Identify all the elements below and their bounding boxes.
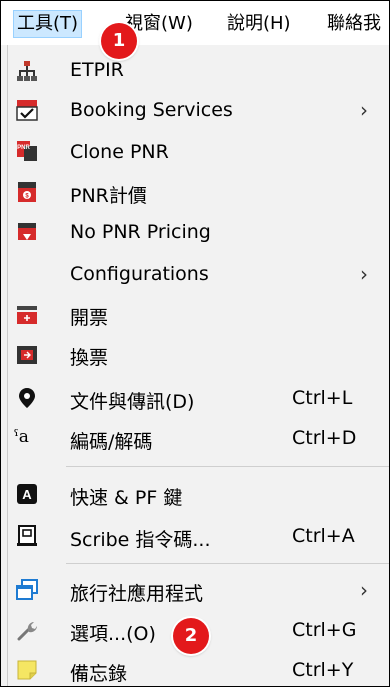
wrench-icon <box>17 622 37 641</box>
submenu-arrow-icon: › <box>360 578 368 602</box>
menu-item-label: Booking Services <box>70 99 233 121</box>
menu-item-shortcut: Ctrl+Y <box>292 659 354 681</box>
menubar-tools-label: 工具(T) <box>17 13 79 34</box>
menu-item-shortcut: Ctrl+D <box>292 427 357 449</box>
annotation-number: 1 <box>112 30 126 51</box>
menu-item-label: Scribe 指令碼... <box>70 529 211 551</box>
exchange-ticket-icon <box>17 346 37 364</box>
menu-item-label: ETPIR <box>70 59 124 81</box>
menu-item-label: Clone PNR <box>70 141 169 163</box>
sticky-note-icon <box>17 660 37 680</box>
submenu-arrow-icon: › <box>360 262 368 286</box>
menubar-item-contact[interactable]: 聯絡我 <box>327 11 381 37</box>
menu-item-scribe-script[interactable]: Scribe 指令碼... Ctrl+A <box>8 517 389 557</box>
pnr-clone-icon: PNR <box>17 141 37 161</box>
network-icon <box>17 61 37 81</box>
menu-item-shortcut: Ctrl+G <box>292 619 357 641</box>
menu-item-clone-pnr[interactable]: PNR Clone PNR <box>8 133 389 173</box>
menu-item-label: 開票 <box>70 307 109 329</box>
menubar-window-label: 視窗(W) <box>125 13 193 34</box>
menu-item-etpir[interactable]: ETPIR <box>8 51 389 91</box>
annotation-number: 2 <box>184 625 198 646</box>
menu-item-label: 備忘錄 <box>70 663 128 685</box>
no-pnr-pricing-icon <box>18 223 36 240</box>
menu-separator <box>66 563 389 564</box>
menu-item-encode-decode[interactable]: ˤa 編碼/解碼 Ctrl+D <box>8 419 389 459</box>
tools-dropdown-menu: ETPIR Booking Services › PNR Clone PNR $… <box>7 45 389 686</box>
encode-decode-icon: ˤa <box>14 427 29 447</box>
menubar-help-label: 說明(H) <box>227 13 291 34</box>
script-icon <box>17 525 37 546</box>
menu-item-no-pnr-pricing[interactable]: No PNR Pricing <box>8 213 389 253</box>
menubar-item-tools[interactable]: 工具(T) <box>13 10 83 38</box>
pnr-pricing-icon: $ <box>18 182 36 202</box>
calendar-check-icon <box>16 100 38 121</box>
menu-item-label: 旅行社應用程式 <box>70 583 204 605</box>
submenu-arrow-icon: › <box>360 98 368 122</box>
annotation-badge-1: 1 <box>101 23 137 59</box>
location-pin-icon <box>19 388 35 408</box>
windows-stack-icon <box>16 579 38 600</box>
menu-item-label: Configurations <box>70 263 209 285</box>
menu-item-label: 編碼/解碼 <box>70 431 153 453</box>
menu-item-label: 文件與傳訊(D) <box>70 391 195 413</box>
menu-item-quick-pf-keys[interactable]: A 快速 & PF 鍵 <box>8 475 389 515</box>
menubar-contact-label: 聯絡我 <box>327 13 381 34</box>
menu-item-label: 選項...(O) <box>70 623 156 645</box>
key-a-icon: A <box>17 484 37 504</box>
app-window: 工具(T) 視窗(W) 說明(H) 聯絡我 ETPIR Booking Serv… <box>0 0 390 687</box>
menu-item-pnr-pricing[interactable]: $ PNR計價 <box>8 173 389 213</box>
menu-item-shortcut: Ctrl+A <box>292 525 355 547</box>
menu-item-label: No PNR Pricing <box>70 221 211 243</box>
svg-text:PNR: PNR <box>17 145 30 151</box>
menu-item-memo[interactable]: 備忘錄 Ctrl+Y <box>8 651 389 686</box>
menu-item-docs-messaging[interactable]: 文件與傳訊(D) Ctrl+L <box>8 379 389 419</box>
menu-item-label: 快速 & PF 鍵 <box>70 487 183 509</box>
menu-item-agency-apps[interactable]: 旅行社應用程式 › <box>8 571 389 611</box>
svg-text:A: A <box>22 487 32 502</box>
menu-bar: 工具(T) 視窗(W) 說明(H) 聯絡我 <box>1 1 389 45</box>
menu-item-label: 換票 <box>70 347 109 369</box>
menubar-item-help[interactable]: 說明(H) <box>227 11 291 37</box>
menu-item-configurations[interactable]: Configurations › <box>8 255 389 295</box>
menu-item-booking-services[interactable]: Booking Services › <box>8 91 389 131</box>
menu-item-exchange-ticket[interactable]: 換票 <box>8 335 389 375</box>
annotation-badge-2: 2 <box>173 618 209 654</box>
menu-item-issue-ticket[interactable]: 開票 <box>8 295 389 335</box>
menu-separator <box>66 466 389 467</box>
menu-item-shortcut: Ctrl+L <box>292 387 353 409</box>
menu-item-label: PNR計價 <box>70 185 147 207</box>
issue-ticket-icon <box>17 306 37 324</box>
